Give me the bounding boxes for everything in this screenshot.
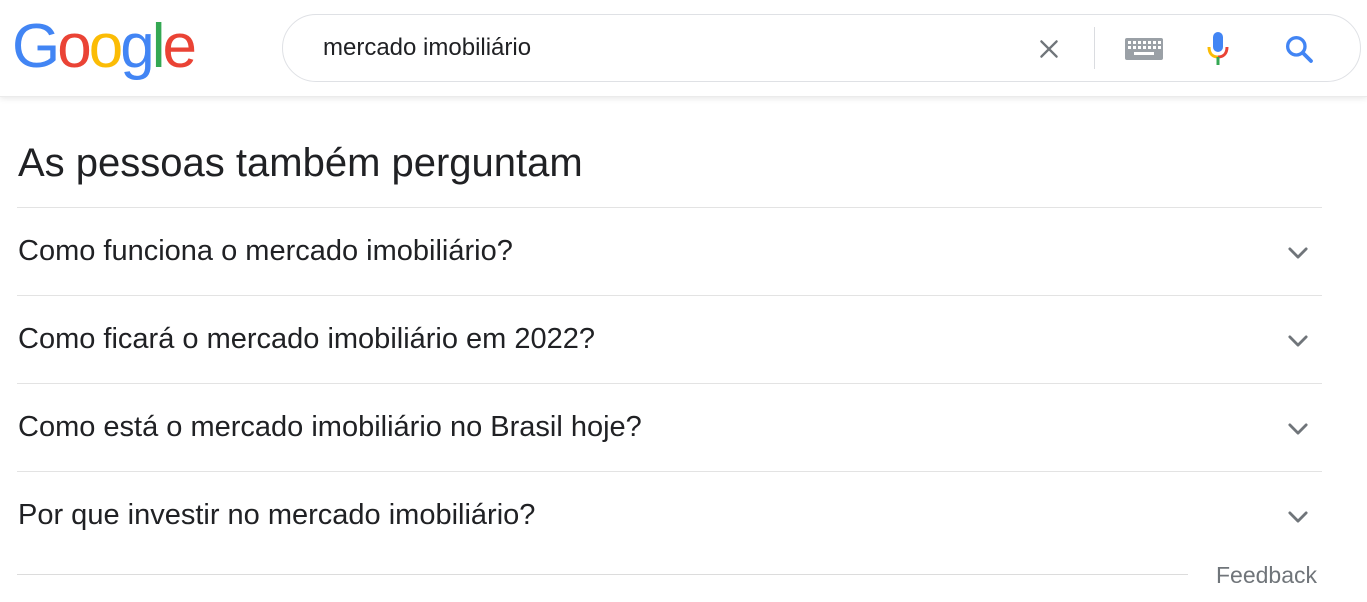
paa-list: Como funciona o mercado imobiliário? Com… xyxy=(17,207,1322,559)
paa-question-item[interactable]: Como ficará o mercado imobiliário em 202… xyxy=(17,295,1322,383)
search-input[interactable] xyxy=(323,33,1003,63)
chevron-down-icon[interactable] xyxy=(1284,239,1312,267)
logo-letter-e: e xyxy=(162,12,197,81)
logo-letter-o2: o xyxy=(88,12,124,81)
google-logo[interactable]: Google xyxy=(12,12,197,84)
keyboard-button[interactable] xyxy=(1121,33,1167,65)
mic-icon xyxy=(1207,32,1229,65)
close-icon xyxy=(1040,40,1058,58)
paa-question-text: Como ficará o mercado imobiliário em 202… xyxy=(18,323,596,355)
chevron-down-icon[interactable] xyxy=(1284,327,1312,355)
search-header: Google xyxy=(0,0,1367,97)
logo-letter-g: G xyxy=(12,12,60,81)
logo-letter-o1: o xyxy=(57,12,92,81)
paa-question-item[interactable]: Como funciona o mercado imobiliário? xyxy=(17,207,1322,295)
keyboard-icon xyxy=(1125,38,1163,60)
paa-question-text: Por que investir no mercado imobiliário? xyxy=(18,499,536,531)
search-icon xyxy=(1286,36,1313,63)
voice-search-button[interactable] xyxy=(1200,29,1236,69)
logo-letter-g2: g xyxy=(120,12,155,81)
paa-question-text: Como está o mercado imobiliário no Brasi… xyxy=(18,411,642,443)
clear-button[interactable] xyxy=(1031,31,1067,67)
search-divider xyxy=(1094,27,1095,69)
paa-question-item[interactable]: Como está o mercado imobiliário no Brasi… xyxy=(17,383,1322,471)
chevron-down-icon[interactable] xyxy=(1284,503,1312,531)
logo-letter-l: l xyxy=(151,12,166,81)
feedback-link[interactable]: Feedback xyxy=(1216,562,1317,589)
paa-heading: As pessoas também perguntam xyxy=(18,141,583,185)
paa-question-item[interactable]: Por que investir no mercado imobiliário? xyxy=(17,471,1322,559)
search-box xyxy=(282,14,1361,82)
paa-bottom-divider xyxy=(17,574,1188,575)
chevron-down-icon[interactable] xyxy=(1284,415,1312,443)
search-button[interactable] xyxy=(1279,29,1319,69)
paa-question-text: Como funciona o mercado imobiliário? xyxy=(18,235,513,267)
